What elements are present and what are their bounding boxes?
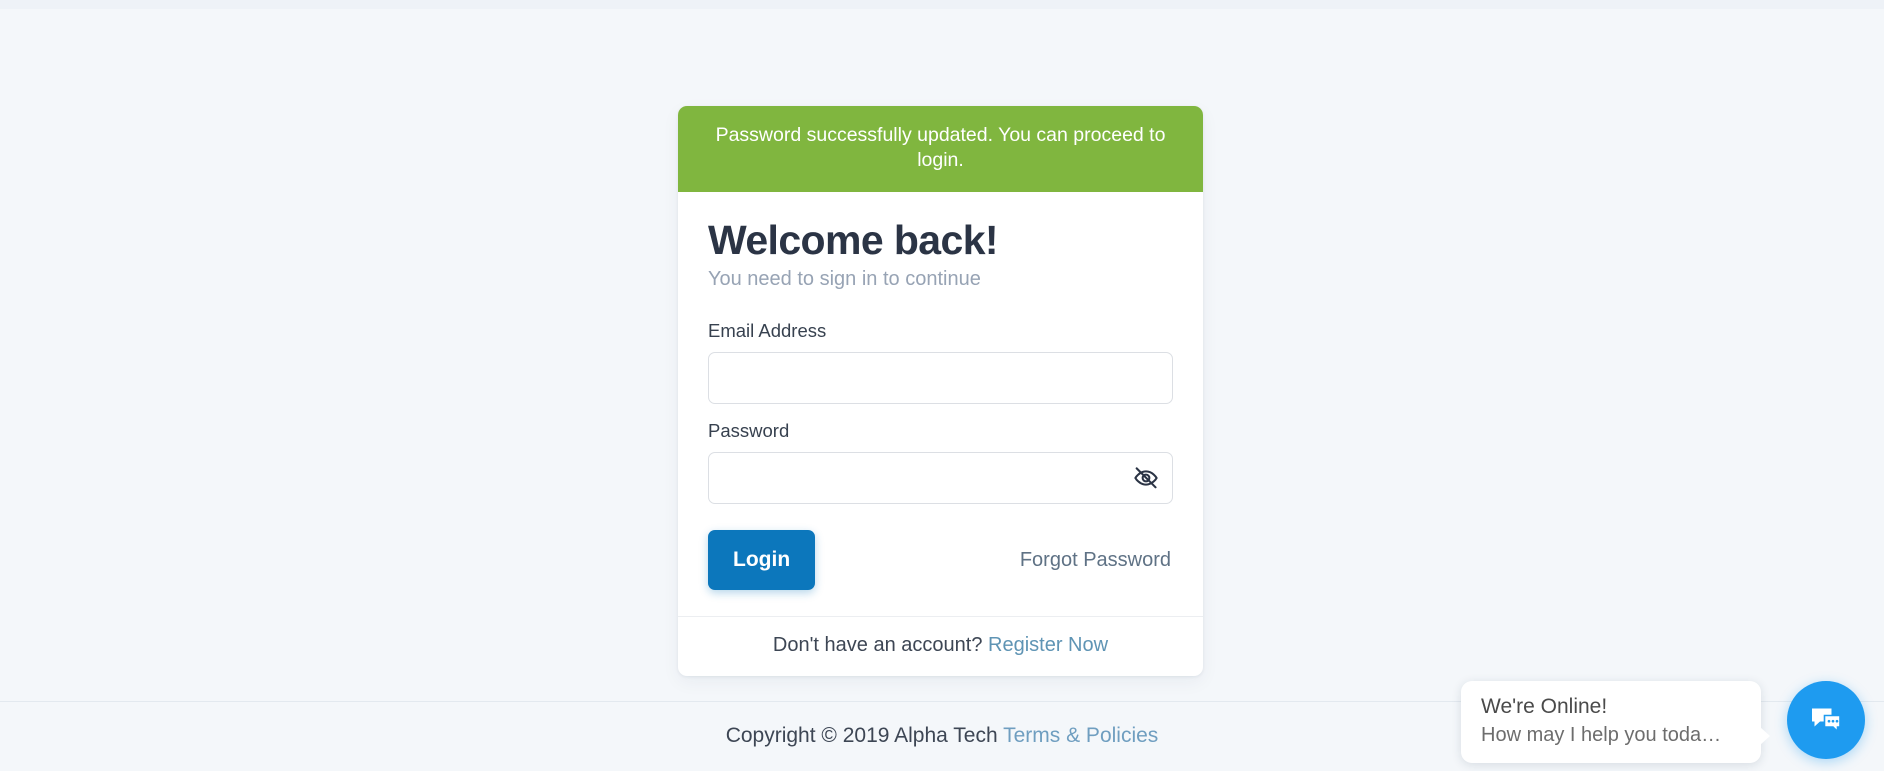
eye-off-icon[interactable] xyxy=(1129,461,1163,495)
login-page: Password successfully updated. You can p… xyxy=(0,9,1884,771)
chat-greeting-popup[interactable]: We're Online! How may I help you toda… xyxy=(1461,681,1770,763)
password-label: Password xyxy=(708,420,790,442)
success-alert: Password successfully updated. You can p… xyxy=(678,106,1203,192)
email-label: Email Address xyxy=(708,320,827,342)
email-field-group: Email Address xyxy=(708,320,1173,405)
register-now-link[interactable]: Register Now xyxy=(988,634,1108,656)
login-card: Password successfully updated. You can p… xyxy=(678,106,1203,677)
form-actions: Login Forgot Password xyxy=(708,530,1173,591)
page-title: Welcome back! xyxy=(708,216,999,263)
copyright-text: Copyright © 2019 Alpha Tech xyxy=(725,724,998,747)
email-input[interactable] xyxy=(708,352,1173,405)
email-input-wrap xyxy=(708,352,1173,405)
register-prompt: Don't have an account? Register Now xyxy=(678,616,1203,676)
page-subtitle: You need to sign in to continue xyxy=(708,268,981,291)
chat-greeting-subtitle: How may I help you toda… xyxy=(1481,724,1722,746)
viewport-top-strip xyxy=(0,0,1884,9)
forgot-password-link[interactable]: Forgot Password xyxy=(1020,549,1171,572)
terms-and-policies-link[interactable]: Terms & Policies xyxy=(1003,724,1158,747)
chat-launcher-button[interactable] xyxy=(1787,681,1865,759)
chat-greeting-title: We're Online! xyxy=(1481,695,1608,718)
password-input-wrap xyxy=(708,452,1173,505)
password-field-group: Password xyxy=(708,420,1173,505)
login-button[interactable]: Login xyxy=(708,530,816,591)
login-form: Welcome back! You need to sign in to con… xyxy=(678,192,1203,616)
chat-bubbles-icon xyxy=(1804,697,1848,744)
password-input[interactable] xyxy=(708,452,1173,505)
register-prompt-text: Don't have an account? xyxy=(772,634,983,657)
